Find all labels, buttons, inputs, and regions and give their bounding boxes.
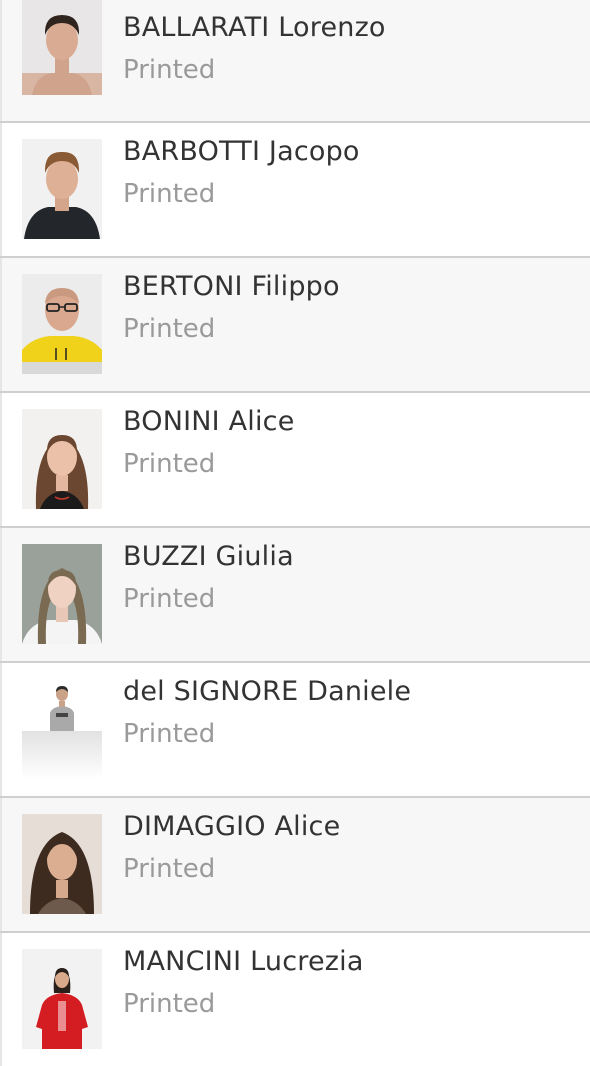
print-status: Printed xyxy=(123,314,216,344)
row-edge xyxy=(0,0,2,121)
player-photo xyxy=(22,814,102,914)
print-status: Printed xyxy=(123,989,216,1019)
player-photo xyxy=(22,949,102,1049)
player-name: MANCINI Lucrezia xyxy=(123,946,364,977)
player-list: BALLARATI Lorenzo Printed BARBOTTI Jacop… xyxy=(0,0,590,1066)
player-name: BUZZI Giulia xyxy=(123,541,294,572)
list-item[interactable]: BARBOTTI Jacopo Printed xyxy=(0,123,590,258)
list-item[interactable]: BERTONI Filippo Printed xyxy=(0,258,590,393)
player-photo xyxy=(22,409,102,509)
row-edge xyxy=(0,663,2,796)
row-edge xyxy=(0,393,2,526)
player-name: BARBOTTI Jacopo xyxy=(123,136,360,167)
player-photo xyxy=(22,139,102,239)
print-status: Printed xyxy=(123,719,216,749)
player-photo xyxy=(22,274,102,374)
list-item[interactable]: BONINI Alice Printed xyxy=(0,393,590,528)
list-item[interactable]: del SIGNORE Daniele Printed xyxy=(0,663,590,798)
row-edge xyxy=(0,258,2,391)
row-edge xyxy=(0,798,2,931)
print-status: Printed xyxy=(123,55,216,85)
row-edge xyxy=(0,528,2,661)
player-photo xyxy=(22,544,102,644)
player-photo xyxy=(22,0,102,95)
list-item[interactable]: BUZZI Giulia Printed xyxy=(0,528,590,663)
print-status: Printed xyxy=(123,179,216,209)
row-edge xyxy=(0,123,2,256)
player-name: DIMAGGIO Alice xyxy=(123,811,341,842)
player-name: BALLARATI Lorenzo xyxy=(123,12,386,43)
print-status: Printed xyxy=(123,449,216,479)
player-name: del SIGNORE Daniele xyxy=(123,676,412,707)
player-name: BONINI Alice xyxy=(123,406,295,437)
print-status: Printed xyxy=(123,854,216,884)
row-edge xyxy=(0,933,2,1066)
print-status: Printed xyxy=(123,584,216,614)
list-item[interactable]: DIMAGGIO Alice Printed xyxy=(0,798,590,933)
list-item[interactable]: BALLARATI Lorenzo Printed xyxy=(0,0,590,123)
player-photo xyxy=(22,679,102,779)
list-item[interactable]: MANCINI Lucrezia Printed xyxy=(0,933,590,1066)
player-name: BERTONI Filippo xyxy=(123,271,340,302)
